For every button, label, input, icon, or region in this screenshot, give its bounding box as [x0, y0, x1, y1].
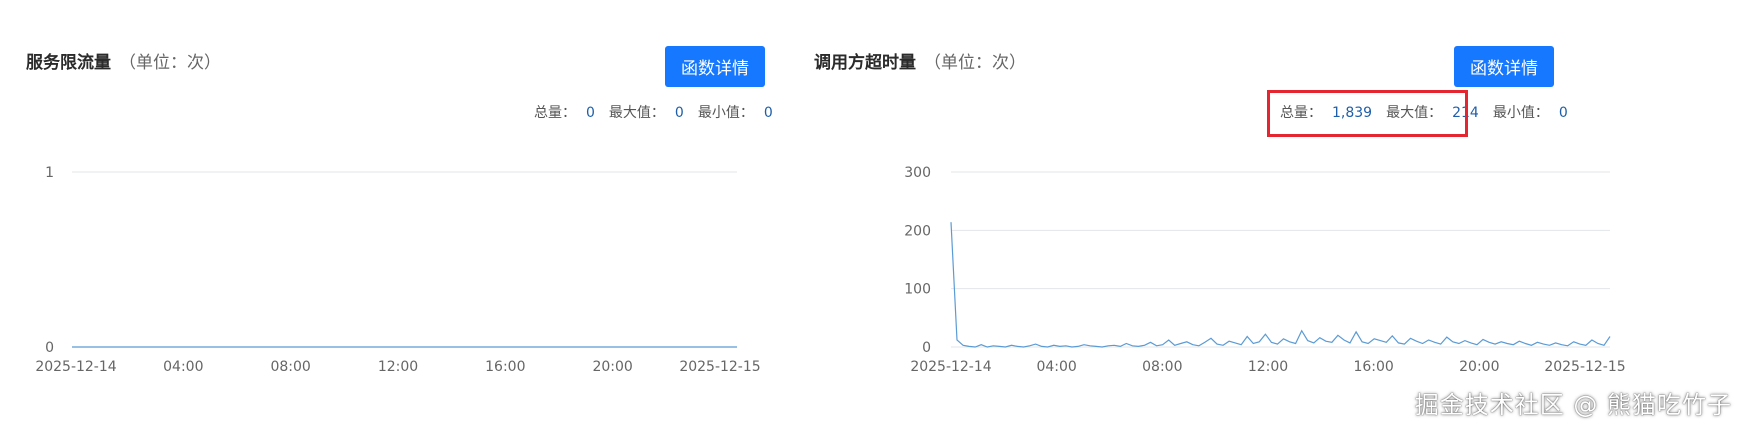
y-tick-label: 100	[904, 282, 931, 298]
x-tick-label: 2025-12-14	[910, 359, 991, 375]
watermark: 掘金技术社区 @ 熊猫吃竹子	[1414, 391, 1732, 419]
caller-timeout-panel: 调用方超时量 （单位：次） 函数详情 总量： 1,839 最大值： 214 最小值： 0 0…	[814, 0, 1750, 424]
x-tick-label: 16:00	[485, 359, 525, 375]
x-tick-label: 2025-12-15	[1544, 359, 1625, 375]
x-tick-label: 2025-12-14	[35, 359, 116, 375]
x-tick-label: 12:00	[378, 359, 418, 375]
x-tick-label: 04:00	[163, 359, 203, 375]
y-tick-label: 300	[904, 165, 931, 181]
x-tick-label: 08:00	[270, 359, 310, 375]
x-tick-label: 04:00	[1036, 359, 1076, 375]
y-tick-label: 0	[922, 340, 931, 356]
series-line	[950, 222, 1611, 348]
x-tick-label: 20:00	[1459, 359, 1499, 375]
x-tick-label: 20:00	[592, 359, 632, 375]
y-tick-label: 1	[45, 165, 54, 181]
throttle-line-chart: 0 1 2025-12-14 04:00 08:00 12:00 16:00 20:00 202…	[35, 165, 760, 375]
timeout-line-chart: 0 100 200 300 2025-12-14 04:00 08:00 12:00 16:00…	[904, 165, 1625, 375]
y-tick-label: 200	[904, 223, 931, 239]
service-throttle-panel: 服务限流量 （单位：次） 函数详情 总量： 0 最大值： 0 最小值： 0 0 1 2025-1…	[0, 0, 880, 424]
x-tick-label: 08:00	[1142, 359, 1182, 375]
x-tick-label: 2025-12-15	[679, 359, 760, 375]
x-tick-label: 12:00	[1248, 359, 1288, 375]
y-tick-label: 0	[45, 340, 54, 356]
x-tick-label: 16:00	[1353, 359, 1393, 375]
